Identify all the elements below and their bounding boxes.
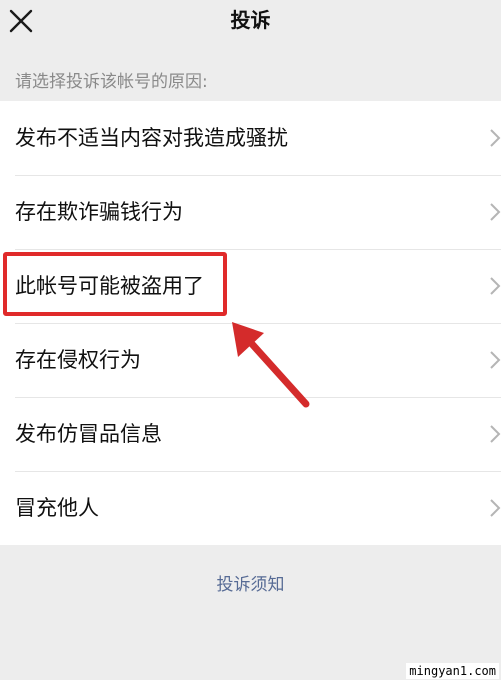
reason-label: 存在欺诈骗钱行为: [15, 200, 183, 224]
reason-item-account-stolen[interactable]: 此帐号可能被盗用了: [0, 249, 501, 323]
reason-item-counterfeit[interactable]: 发布仿冒品信息: [0, 397, 501, 471]
reason-label: 发布不适当内容对我造成骚扰: [15, 126, 288, 150]
reason-prompt: 请选择投诉该帐号的原因:: [15, 72, 208, 92]
reason-label: 冒充他人: [15, 496, 99, 520]
page-title: 投诉: [230, 8, 271, 32]
chevron-right-icon: [489, 202, 501, 222]
reason-label: 存在侵权行为: [15, 348, 141, 372]
reason-item-fraud[interactable]: 存在欺诈骗钱行为: [0, 175, 501, 249]
reason-item-harassment[interactable]: 发布不适当内容对我造成骚扰: [0, 101, 501, 175]
reason-list: 发布不适当内容对我造成骚扰 存在欺诈骗钱行为 此帐号可能被盗用了 存在侵权行为 …: [0, 101, 501, 545]
nav-bar: 投诉: [0, 0, 501, 50]
chevron-right-icon: [489, 128, 501, 148]
reason-label: 此帐号可能被盗用了: [15, 274, 204, 298]
reason-item-infringement[interactable]: 存在侵权行为: [0, 323, 501, 397]
chevron-right-icon: [489, 498, 501, 518]
watermark: mingyan1.com: [406, 663, 499, 679]
chevron-right-icon: [489, 276, 501, 296]
complaint-notice-link[interactable]: 投诉须知: [0, 573, 501, 597]
chevron-right-icon: [489, 350, 501, 370]
reason-item-impersonation[interactable]: 冒充他人: [0, 471, 501, 545]
chevron-right-icon: [489, 424, 501, 444]
reason-label: 发布仿冒品信息: [15, 422, 162, 446]
